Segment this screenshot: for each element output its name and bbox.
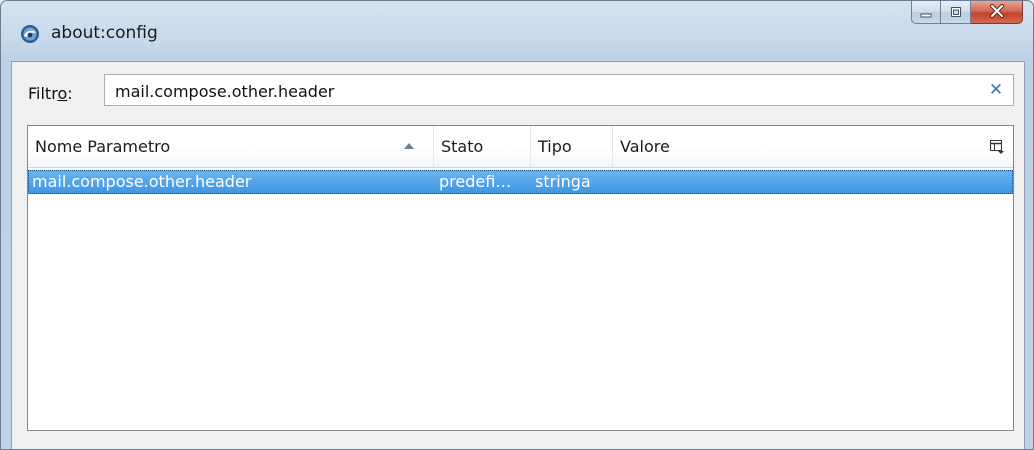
row-name-cell: mail.compose.other.header bbox=[32, 172, 252, 191]
filter-row: Filtro: ✕ bbox=[12, 62, 1024, 114]
close-button[interactable] bbox=[971, 1, 1023, 24]
row-status-cell: predefi… bbox=[439, 172, 512, 191]
column-header-label: Nome Parametro bbox=[35, 137, 171, 156]
close-icon[interactable]: ✕ bbox=[987, 81, 1005, 99]
title-bar[interactable]: about:config bbox=[1, 1, 1033, 61]
row-type-cell: stringa bbox=[535, 172, 591, 191]
minimize-button[interactable] bbox=[911, 1, 941, 24]
caption-buttons bbox=[911, 1, 1023, 25]
about-config-window: about:config Filtro: mail.compose.other.… bbox=[0, 0, 1034, 450]
column-header-value[interactable]: Valore bbox=[613, 126, 981, 167]
filter-label-accesskey: o bbox=[57, 84, 68, 103]
column-header-label: Valore bbox=[620, 137, 670, 156]
filter-label-text: Filtr bbox=[28, 84, 58, 103]
maximize-icon bbox=[950, 3, 962, 22]
minimize-icon bbox=[920, 3, 932, 22]
window-client-area: Filtro: ✕ Nome Parametro Stato Tipo V bbox=[11, 61, 1025, 449]
sort-ascending-icon bbox=[404, 143, 414, 149]
table-row[interactable]: mail.compose.other.header predefi… strin… bbox=[28, 170, 1013, 194]
window-title: about:config bbox=[51, 23, 158, 43]
close-icon bbox=[989, 3, 1005, 22]
column-header-status[interactable]: Stato bbox=[434, 126, 531, 167]
maximize-button[interactable] bbox=[941, 1, 971, 24]
preferences-table[interactable]: Nome Parametro Stato Tipo Valore mail.co… bbox=[27, 125, 1014, 431]
column-header-label: Tipo bbox=[538, 137, 572, 156]
thunderbird-icon bbox=[20, 24, 40, 44]
filter-input[interactable] bbox=[115, 80, 975, 102]
column-header-label: Stato bbox=[441, 137, 484, 156]
filter-label: Filtro: bbox=[28, 84, 73, 103]
column-header-type[interactable]: Tipo bbox=[531, 126, 613, 167]
filter-field[interactable]: ✕ bbox=[104, 74, 1014, 106]
table-header: Nome Parametro Stato Tipo Valore bbox=[28, 126, 1013, 168]
column-picker-icon[interactable] bbox=[989, 139, 1005, 155]
column-header-name[interactable]: Nome Parametro bbox=[28, 126, 434, 167]
filter-label-colon: : bbox=[67, 84, 73, 103]
